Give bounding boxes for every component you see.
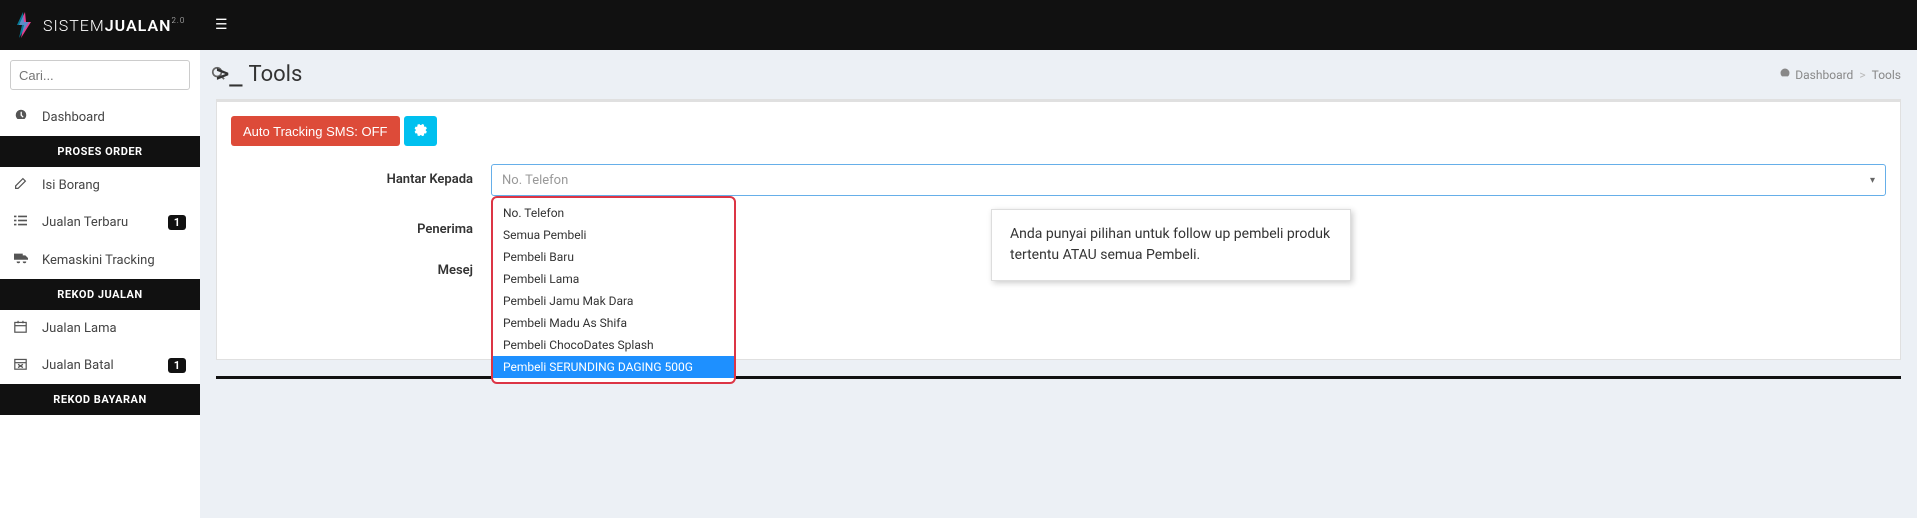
breadcrumb-sep: >	[1859, 68, 1865, 82]
sidebar-header-proses: PROSES ORDER	[0, 136, 200, 167]
auto-tracking-sms-button[interactable]: Auto Tracking SMS: OFF	[231, 116, 400, 146]
chevron-down-icon: ▾	[1870, 175, 1875, 186]
sidebar-item-label: Jualan Batal	[42, 358, 114, 373]
sidebar-item-label: Jualan Terbaru	[42, 215, 128, 230]
sidebar-item-label: Isi Borang	[42, 178, 100, 193]
sidebar-header-rekod-bayaran: REKOD BAYARAN	[0, 384, 200, 415]
sidebar-item-jualan-batal[interactable]: Jualan Batal 1	[0, 347, 200, 384]
content: >_Tools Dashboard > Tools Auto Tracking …	[200, 50, 1917, 518]
dropdown-option[interactable]: No. Telefon	[493, 202, 734, 224]
label-mesej: Mesej	[231, 255, 491, 278]
hamburger-icon[interactable]: ☰	[200, 17, 243, 33]
breadcrumb-dashboard[interactable]: Dashboard	[1795, 68, 1853, 82]
select-placeholder: No. Telefon	[502, 173, 568, 188]
cancel-icon	[14, 357, 34, 374]
help-tooltip: Anda punyai pilihan untuk follow up pemb…	[991, 209, 1351, 281]
breadcrumb: Dashboard > Tools	[1779, 67, 1901, 82]
truck-icon	[14, 251, 34, 269]
hantar-kepada-dropdown: No. Telefon Semua Pembeli Pembeli Baru P…	[491, 196, 736, 384]
sidebar-item-jualan-lama[interactable]: Jualan Lama	[0, 310, 200, 347]
calendar-icon	[14, 320, 34, 337]
badge: 1	[168, 358, 186, 373]
label-hantar-kepada: Hantar Kepada	[231, 164, 491, 196]
dropdown-option[interactable]: Pembeli Baru	[493, 246, 734, 268]
label-penerima: Penerima	[231, 214, 491, 237]
breadcrumb-current: Tools	[1872, 68, 1901, 82]
sidebar-item-isi-borang[interactable]: Isi Borang	[0, 167, 200, 204]
dashboard-icon	[14, 108, 34, 126]
dashboard-icon	[1779, 67, 1791, 82]
logo[interactable]: SISTEMJUALAN2.0	[0, 12, 200, 38]
dropdown-option[interactable]: Pembeli SERUNDING DAGING 500G	[493, 356, 734, 378]
hantar-kepada-select[interactable]: No. Telefon ▾	[491, 164, 1886, 196]
toolbar: Auto Tracking SMS: OFF	[231, 116, 1886, 146]
sidebar-item-dashboard[interactable]: Dashboard	[0, 98, 200, 136]
form-row-hantar: Hantar Kepada No. Telefon ▾ No. Telefon …	[231, 164, 1886, 196]
dropdown-option[interactable]: Pembeli Lama	[493, 268, 734, 290]
search-input[interactable]	[11, 68, 203, 83]
divider	[216, 376, 1901, 379]
sidebar-header-rekod-jualan: REKOD JUALAN	[0, 279, 200, 310]
search-box[interactable]	[10, 60, 190, 90]
form-row-submit: Hantar	[231, 296, 1886, 327]
logo-icon	[15, 12, 35, 38]
page-title: >_Tools	[216, 62, 302, 87]
sidebar-item-label: Kemaskini Tracking	[42, 253, 155, 268]
dropdown-option[interactable]: Pembeli ChocoDates Splash	[493, 334, 734, 356]
sidebar-item-label: Jualan Lama	[42, 321, 117, 336]
sidebar-item-jualan-terbaru[interactable]: Jualan Terbaru 1	[0, 204, 200, 241]
sidebar: Dashboard PROSES ORDER Isi Borang Jualan…	[0, 50, 200, 518]
settings-button[interactable]	[404, 116, 437, 146]
topbar: SISTEMJUALAN2.0 ☰	[0, 0, 1917, 50]
dropdown-option[interactable]: Pembeli Jamu Mak Dara	[493, 290, 734, 312]
sidebar-item-kemaskini-tracking[interactable]: Kemaskini Tracking	[0, 241, 200, 279]
list-icon	[14, 214, 34, 231]
badge: 1	[168, 215, 186, 230]
dropdown-option[interactable]: Semua Pembeli	[493, 224, 734, 246]
logo-text: SISTEMJUALAN2.0	[43, 16, 185, 35]
edit-icon	[14, 177, 34, 194]
page-header: >_Tools Dashboard > Tools	[216, 62, 1901, 87]
sidebar-item-label: Dashboard	[42, 110, 105, 125]
dropdown-option[interactable]: Pembeli Madu As Shifa	[493, 312, 734, 334]
panel: Auto Tracking SMS: OFF Hantar Kepada No.…	[216, 99, 1901, 360]
gear-icon	[414, 124, 427, 139]
field-hantar-kepada: No. Telefon ▾ No. Telefon Semua Pembeli …	[491, 164, 1886, 196]
